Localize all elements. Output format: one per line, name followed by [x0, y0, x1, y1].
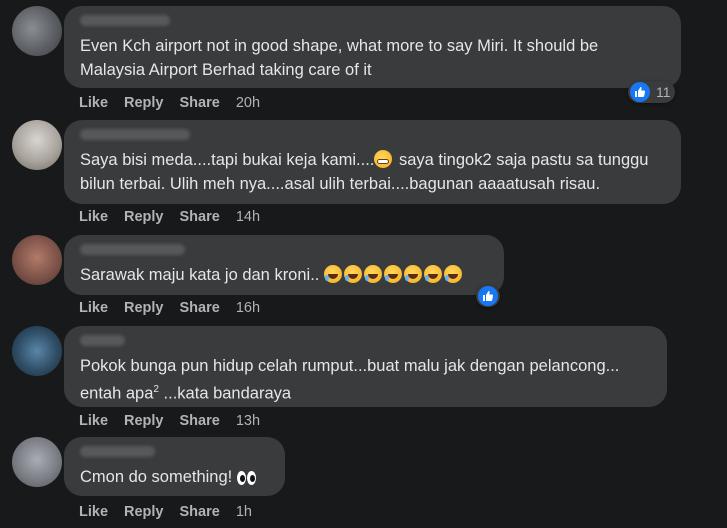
comment-bubble: Pokok bunga pun hidup celah rumput...bua…: [64, 326, 667, 407]
timestamp[interactable]: 20h: [236, 95, 260, 111]
avatar[interactable]: [12, 235, 62, 285]
comment-text-line: Cmon do something!: [80, 468, 237, 486]
laughing-crying-emoji-icon: [363, 265, 382, 283]
eyes-emoji-icon: [236, 468, 257, 492]
comment-bubble: Cmon do something!: [64, 437, 285, 496]
comment-actions: Like Reply Share 20h: [79, 95, 276, 111]
author-name-blurred[interactable]: [80, 446, 155, 457]
timestamp[interactable]: 14h: [236, 209, 260, 225]
laughing-crying-emoji-icon: [423, 265, 442, 283]
comment-text: Saya bisi meda....tapi bukai keja kami..…: [80, 148, 665, 196]
grimacing-emoji-icon: [374, 150, 393, 168]
share-button[interactable]: Share: [180, 413, 220, 429]
share-button[interactable]: Share: [180, 95, 220, 111]
share-button[interactable]: Share: [180, 504, 220, 520]
reply-button[interactable]: Reply: [124, 209, 164, 225]
avatar[interactable]: [12, 120, 62, 170]
comment-text-line: Even Kch airport not in good shape, what…: [80, 37, 599, 55]
comment-text-line: ...kata bandaraya: [158, 384, 292, 403]
comment-text: Sarawak maju kata jo dan kroni..: [80, 263, 488, 287]
comment-bubble: Even Kch airport not in good shape, what…: [64, 6, 681, 88]
comment-text: Pokok bunga pun hidup celah rumput...bua…: [80, 354, 651, 406]
author-name-blurred[interactable]: [80, 335, 125, 346]
comment-text: Cmon do something!: [80, 465, 269, 492]
timestamp[interactable]: 13h: [236, 413, 260, 429]
reply-button[interactable]: Reply: [124, 95, 164, 111]
avatar[interactable]: [12, 326, 62, 376]
thumbs-up-icon: [630, 82, 650, 102]
comment-text-line: Saya bisi meda....tapi bukai keja kami..…: [80, 151, 375, 169]
laughing-crying-emoji-icon: [323, 265, 342, 283]
reply-button[interactable]: Reply: [124, 504, 164, 520]
reply-button[interactable]: Reply: [124, 413, 164, 429]
laughing-crying-emoji-icon: [343, 265, 362, 283]
avatar[interactable]: [12, 437, 62, 487]
comment-actions: Like Reply Share 13h: [79, 413, 276, 429]
timestamp[interactable]: 1h: [236, 504, 252, 520]
comment-text: Even Kch airport not in good shape, what…: [80, 34, 665, 82]
comment-text-line: saya tingok2 saja pastu sa tunggu: [394, 151, 649, 169]
avatar[interactable]: [12, 6, 62, 56]
laughing-crying-emoji-icon: [383, 265, 402, 283]
comment-text-line: Pokok bunga pun hidup celah rumput...bua…: [80, 357, 620, 375]
share-button[interactable]: Share: [180, 209, 220, 225]
comment-text-line: Sarawak maju kata jo dan kroni..: [80, 266, 324, 284]
comment-text-line: Malaysia Airport Berhad taking care of i…: [80, 61, 372, 79]
reply-button[interactable]: Reply: [124, 300, 164, 316]
reaction-summary[interactable]: 11: [628, 81, 675, 103]
reaction-summary[interactable]: [476, 285, 500, 307]
author-name-blurred[interactable]: [80, 244, 185, 255]
comment-actions: Like Reply Share 16h: [79, 300, 276, 316]
laughing-crying-emoji-icon: [443, 265, 462, 283]
author-name-blurred[interactable]: [80, 15, 170, 26]
comment-actions: Like Reply Share 1h: [79, 504, 268, 520]
comment-bubble: Sarawak maju kata jo dan kroni..: [64, 235, 504, 295]
like-button[interactable]: Like: [79, 300, 108, 316]
comment-text-line: bilun terbai. Ulih meh nya....asal ulih …: [80, 175, 601, 193]
author-name-blurred[interactable]: [80, 129, 190, 140]
comment-bubble: Saya bisi meda....tapi bukai keja kami..…: [64, 120, 681, 204]
laughing-crying-emoji-icon: [403, 265, 422, 283]
share-button[interactable]: Share: [180, 300, 220, 316]
thumbs-up-icon: [478, 286, 498, 306]
like-button[interactable]: Like: [79, 504, 108, 520]
comment-actions: Like Reply Share 14h: [79, 209, 276, 225]
like-button[interactable]: Like: [79, 413, 108, 429]
comment-text-line: entah apa: [80, 384, 154, 403]
like-button[interactable]: Like: [79, 209, 108, 225]
reaction-count: 11: [656, 84, 671, 100]
timestamp[interactable]: 16h: [236, 300, 260, 316]
like-button[interactable]: Like: [79, 95, 108, 111]
